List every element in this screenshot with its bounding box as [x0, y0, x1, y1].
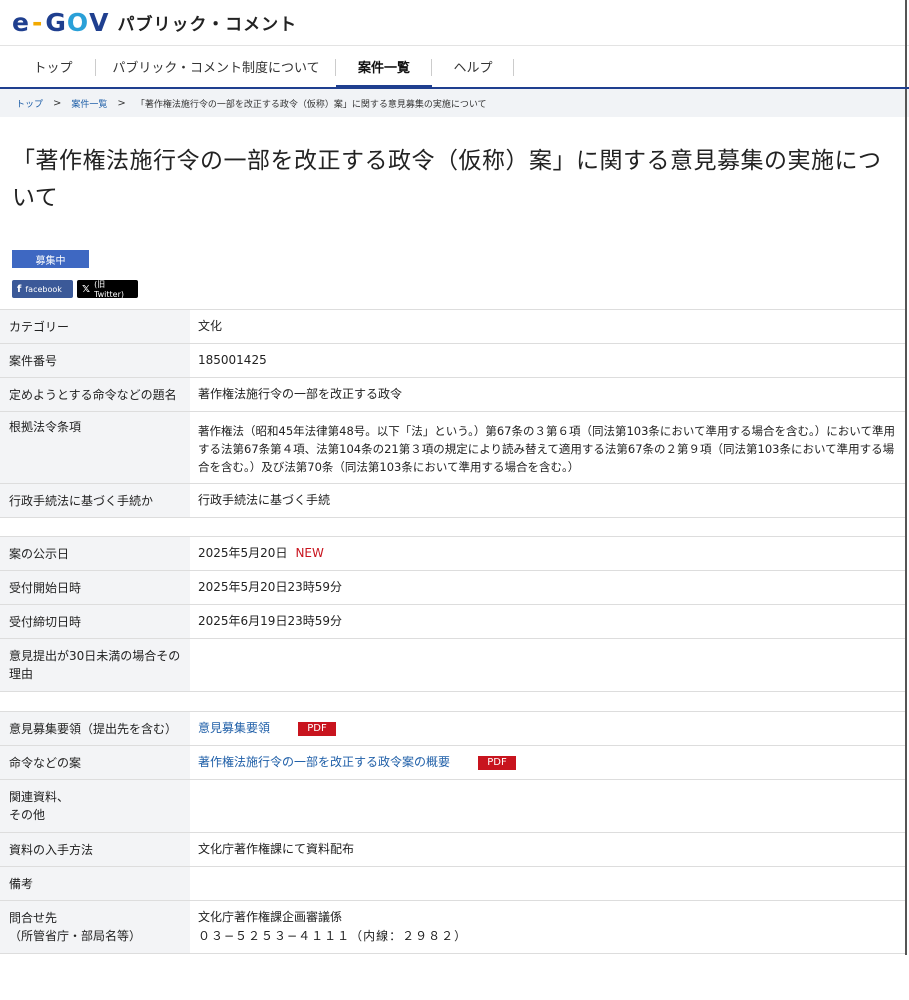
- row-value: [190, 867, 905, 900]
- row-label: 関連資料、 その他: [0, 780, 190, 832]
- row-value: 文化: [198, 319, 223, 333]
- contact-label-line1: 問合せ先: [9, 911, 58, 925]
- contact-phone: ０３−５２５３−４１１１（内線：２９８２）: [198, 929, 468, 943]
- row-label: 備考: [0, 867, 190, 900]
- contact-department: 文化庁著作権課企画審議係: [198, 910, 343, 924]
- facebook-share-button[interactable]: f facebook: [12, 280, 73, 298]
- x-share-label: (旧Twitter): [94, 280, 124, 299]
- row-label: 受付締切日時: [0, 605, 190, 638]
- breadcrumb-separator: >: [53, 97, 62, 109]
- site-name: パブリック・コメント: [117, 15, 298, 35]
- related-label-line1: 関連資料、: [9, 790, 70, 804]
- facebook-share-label: facebook: [25, 284, 62, 294]
- breadcrumb: トップ > 案件一覧 > 「著作権法施行令の一部を改正する政令（仮称）案」に関す…: [0, 89, 909, 117]
- table-row: 根拠法令条項 著作権法（昭和45年法律第48号。以下「法」という。）第67条の３…: [0, 412, 905, 484]
- row-value: [190, 780, 905, 832]
- logo-e: e: [12, 8, 30, 37]
- row-value: 185001425: [198, 353, 267, 367]
- row-value: [190, 639, 905, 691]
- table-row: 関連資料、 その他: [0, 780, 905, 833]
- row-label: 命令などの案: [0, 746, 190, 779]
- nav-help[interactable]: ヘルプ: [432, 46, 514, 87]
- row-value: 行政手続法に基づく手続: [198, 493, 331, 507]
- table-row: 問合せ先 （所管省庁・部局名等） 文化庁著作権課企画審議係 ０３−５２５３−４１…: [0, 901, 905, 954]
- row-value: 文化庁著作権課にて資料配布: [198, 842, 355, 856]
- table-row: 資料の入手方法 文化庁著作権課にて資料配布: [0, 833, 905, 867]
- page-title: 「著作権法施行令の一部を改正する政令（仮称）案」に関する意見募集の実施について: [12, 148, 882, 211]
- row-label: 案の公示日: [0, 537, 190, 570]
- row-value: 2025年6月19日23時59分: [198, 614, 342, 628]
- nav-about-public-comment[interactable]: パブリック・コメント制度について: [96, 46, 336, 87]
- site-header: e-GOV パブリック・コメント: [0, 0, 909, 46]
- facebook-icon: f: [17, 283, 22, 295]
- egov-logo[interactable]: e-GOV: [12, 8, 110, 37]
- guidelines-link[interactable]: 意見募集要領: [198, 719, 270, 738]
- global-nav: トップ パブリック・コメント制度について 案件一覧 ヘルプ: [0, 46, 909, 89]
- pdf-badge[interactable]: PDF: [478, 755, 517, 770]
- row-value: 著作権法施行令の一部を改正する政令案の概要 PDF: [190, 746, 905, 779]
- table-row: 意見提出が30日未満の場合その理由: [0, 639, 905, 692]
- contact-label-line2: （所管省庁・部局名等）: [9, 929, 142, 943]
- table-row: 命令などの案 著作権法施行令の一部を改正する政令案の概要 PDF: [0, 746, 905, 780]
- breadcrumb-top[interactable]: トップ: [16, 97, 43, 110]
- row-label: 案件番号: [0, 344, 190, 377]
- x-icon: 𝕏: [82, 283, 91, 295]
- logo-v: V: [89, 8, 110, 37]
- breadcrumb-case-list[interactable]: 案件一覧: [71, 97, 107, 110]
- row-value: 著作権法施行令の一部を改正する政令: [198, 387, 403, 401]
- dates-table: 案の公示日 2025年5月20日 NEW 受付開始日時 2025年5月20日23…: [0, 536, 905, 692]
- row-value: 文化庁著作権課企画審議係 ０３−５２５３−４１１１（内線：２９８２）: [190, 901, 905, 953]
- pdf-badge[interactable]: PDF: [298, 721, 337, 736]
- row-value: 意見募集要領 PDF: [190, 712, 905, 745]
- table-row: 定めようとする命令などの題名 著作権法施行令の一部を改正する政令: [0, 378, 905, 412]
- documents-table: 意見募集要領（提出先を含む） 意見募集要領 PDF 命令などの案 著作権法施行令…: [0, 711, 905, 954]
- row-label: 問合せ先 （所管省庁・部局名等）: [0, 901, 190, 953]
- row-label: 資料の入手方法: [0, 833, 190, 866]
- draft-overview-link[interactable]: 著作権法施行令の一部を改正する政令案の概要: [198, 753, 450, 772]
- related-label-line2: その他: [9, 808, 46, 822]
- x-share-button[interactable]: 𝕏 (旧Twitter): [77, 280, 138, 299]
- row-label: 根拠法令条項: [0, 412, 190, 483]
- row-label: 定めようとする命令などの題名: [0, 378, 190, 411]
- table-row: カテゴリー 文化: [0, 310, 905, 344]
- logo-g: G: [45, 8, 67, 37]
- row-value: 2025年5月20日23時59分: [198, 580, 342, 594]
- logo-o: O: [66, 8, 90, 37]
- logo-dash: -: [31, 8, 44, 37]
- row-label: カテゴリー: [0, 310, 190, 343]
- row-value: 著作権法（昭和45年法律第48号。以下「法」という。）第67条の３第６項（同法第…: [198, 423, 895, 474]
- table-row: 受付開始日時 2025年5月20日23時59分: [0, 571, 905, 605]
- status-badge: 募集中: [12, 250, 89, 268]
- table-row: 備考: [0, 867, 905, 901]
- table-row: 受付締切日時 2025年6月19日23時59分: [0, 605, 905, 639]
- publication-date: 2025年5月20日: [198, 546, 288, 560]
- page-border-right: [905, 0, 907, 955]
- row-label: 意見募集要領（提出先を含む）: [0, 712, 190, 745]
- table-row: 行政手続法に基づく手続か 行政手続法に基づく手続: [0, 484, 905, 518]
- table-row: 意見募集要領（提出先を含む） 意見募集要領 PDF: [0, 712, 905, 746]
- row-label: 行政手続法に基づく手続か: [0, 484, 190, 517]
- table-row: 案件番号 185001425: [0, 344, 905, 378]
- nav-case-list[interactable]: 案件一覧: [336, 46, 432, 89]
- new-badge: NEW: [295, 546, 324, 560]
- breadcrumb-current: 「著作権法施行令の一部を改正する政令（仮称）案」に関する意見募集の実施について: [135, 99, 487, 110]
- nav-top[interactable]: トップ: [10, 46, 96, 87]
- row-label: 意見提出が30日未満の場合その理由: [0, 639, 190, 691]
- table-row: 案の公示日 2025年5月20日 NEW: [0, 537, 905, 571]
- details-table: カテゴリー 文化 案件番号 185001425 定めようとする命令などの題名 著…: [0, 309, 905, 518]
- breadcrumb-separator: >: [117, 97, 126, 109]
- row-label: 受付開始日時: [0, 571, 190, 604]
- row-value: 2025年5月20日 NEW: [190, 537, 905, 570]
